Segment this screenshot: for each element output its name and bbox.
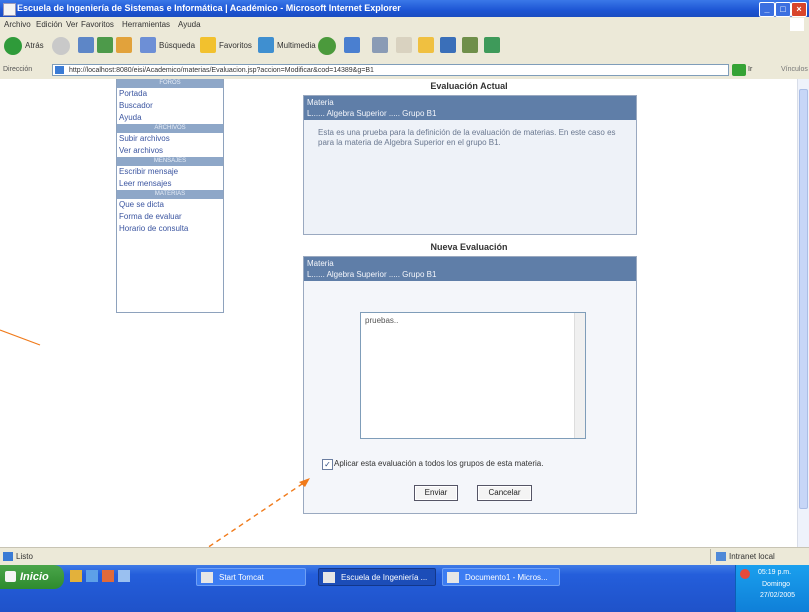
task-icon (447, 572, 459, 583)
task-label: Documento1 - Micros... (465, 573, 548, 582)
zone-text: Intranet local (729, 552, 775, 561)
task-label: Escuela de Ingeniería ... (341, 573, 428, 582)
windows-flag-icon (5, 571, 16, 582)
annotation-left-line (0, 329, 41, 346)
status-text: Listo (16, 552, 33, 561)
tray-day: Domingo (762, 581, 791, 588)
status-bar: Listo Intranet local (0, 547, 809, 566)
quicklaunch-ie-icon[interactable] (86, 570, 98, 582)
start-button[interactable]: Inicio (0, 565, 64, 589)
intranet-zone-icon (716, 552, 726, 561)
taskbar: Inicio Start Tomcat Escuela de Ingenierí… (0, 565, 809, 612)
tray-alert-icon[interactable] (740, 569, 750, 579)
task-start-tomcat[interactable]: Start Tomcat (196, 568, 306, 586)
task-documento1[interactable]: Documento1 - Micros... (442, 568, 560, 586)
task-icon (323, 572, 335, 583)
tray-time: 05:19 p.m. (758, 569, 792, 576)
annotation-overlay (0, 329, 310, 612)
status-page-icon (3, 552, 13, 561)
task-icon (201, 572, 213, 583)
start-label: Inicio (20, 571, 49, 583)
quicklaunch-media-icon[interactable] (102, 570, 114, 582)
quicklaunch-desktop-icon[interactable] (70, 570, 82, 582)
tray-date: 27/02/2005 (760, 592, 796, 599)
task-escuela-ingenieria[interactable]: Escuela de Ingeniería ... (318, 568, 436, 586)
quicklaunch-more-icon[interactable] (118, 570, 130, 582)
system-tray: 05:19 p.m. Domingo 27/02/2005 (735, 565, 809, 612)
status-divider (710, 549, 711, 564)
task-label: Start Tomcat (219, 573, 264, 582)
